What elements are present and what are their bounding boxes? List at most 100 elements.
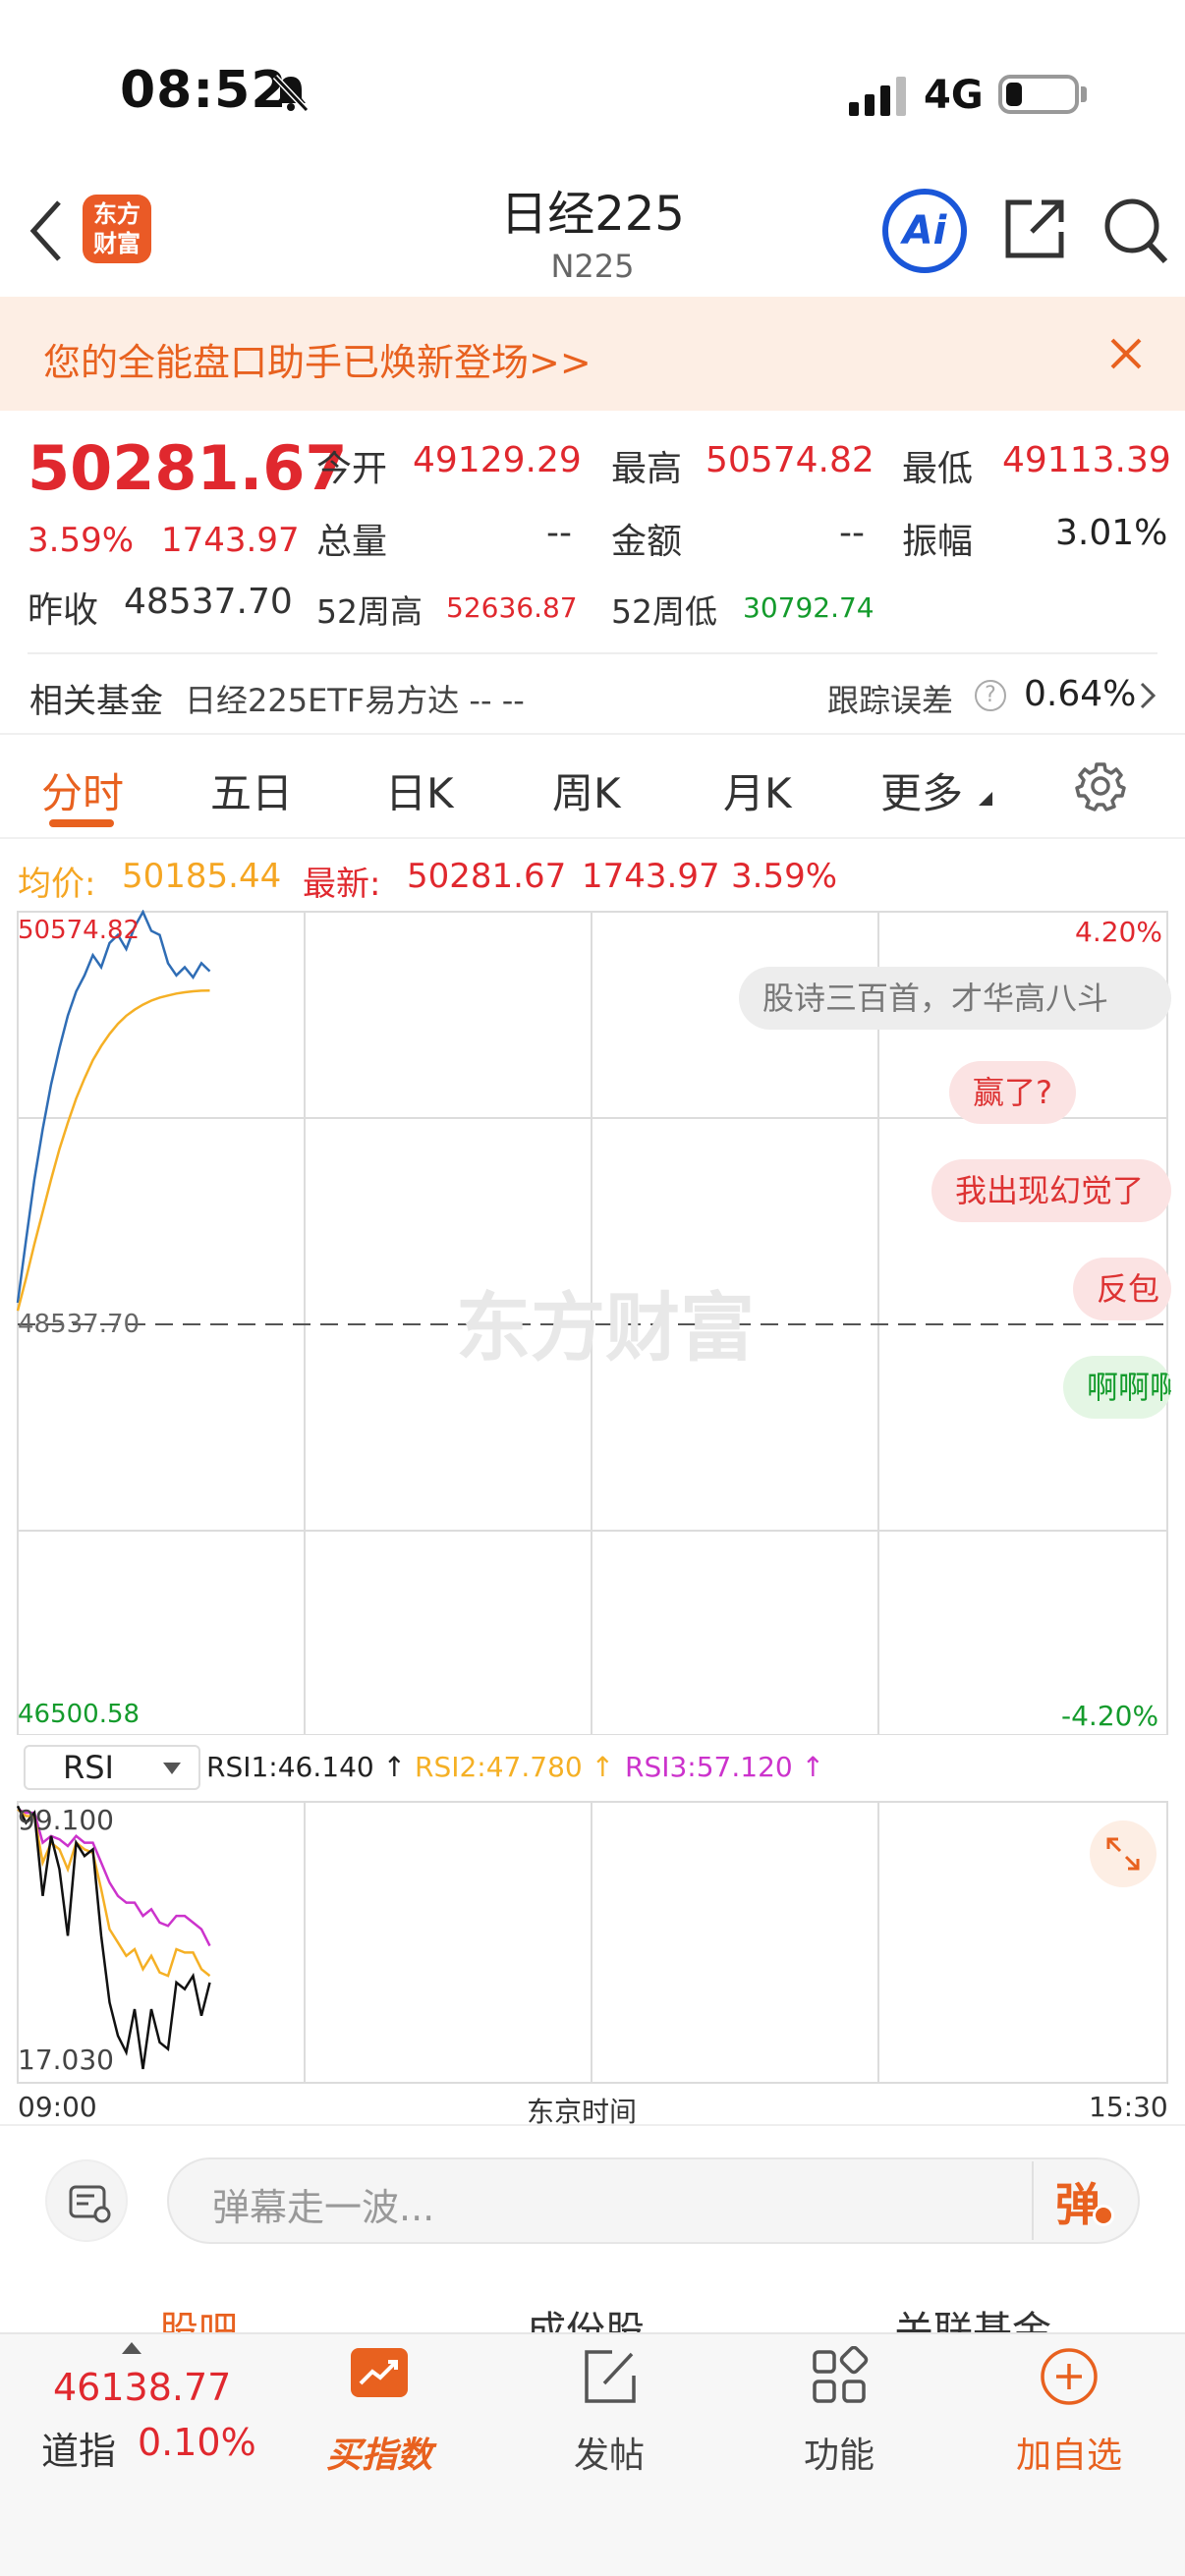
add-circle-icon	[1041, 2348, 1098, 2405]
danmaku-input-placeholder[interactable]: 弹幕走一波...	[212, 2177, 434, 2231]
tabbar-top-border	[0, 733, 1185, 735]
rsi1-value: RSI1:46.140 ↑	[206, 1751, 407, 1783]
edit-icon	[585, 2350, 636, 2403]
prev-close-label: 昨收	[28, 590, 99, 631]
latest-change: 1743.97	[582, 857, 720, 896]
promo-banner-text[interactable]: 您的全能盘口助手已焕新登场>>	[43, 332, 592, 386]
trend-chart-icon	[351, 2348, 408, 2397]
nav-functions[interactable]: 功能	[770, 2345, 908, 2478]
nav-label: 功能	[803, 2436, 875, 2476]
rsi2-value: RSI2:47.780 ↑	[415, 1751, 615, 1783]
tracking-error-value[interactable]: 0.64%	[1024, 674, 1136, 714]
danmaku-toggle-dot	[1093, 2205, 1114, 2226]
danmaku-settings-icon	[69, 2185, 111, 2223]
ai-assistant-button[interactable]: Ai	[882, 189, 967, 273]
divider	[0, 2124, 1185, 2126]
grid-icon	[813, 2345, 869, 2403]
amount-label: 金额	[611, 522, 683, 562]
y-top-label: 50574.82	[18, 916, 141, 945]
change-amount: 1743.97	[161, 521, 300, 560]
danmaku-settings-button[interactable]	[45, 2159, 128, 2242]
latest-value: 50281.67	[407, 857, 567, 896]
avg-price-line	[16, 988, 210, 1312]
tabbar-bottom-border	[0, 837, 1185, 839]
w52-high-label: 52周高	[316, 592, 423, 631]
tab-more[interactable]: 更多	[880, 760, 963, 820]
nav-post[interactable]: 发帖	[540, 2346, 678, 2478]
open-value: 49129.29	[413, 440, 582, 480]
watermark: 东方财富	[456, 1284, 755, 1372]
amount-value: --	[839, 513, 865, 553]
time-end-label: 15:30	[1089, 2091, 1168, 2123]
gear-icon[interactable]	[1075, 760, 1126, 812]
status-time: 08:52	[120, 61, 288, 120]
close-icon[interactable]	[1106, 334, 1146, 373]
rsi-bottom-label: 17.030	[18, 2044, 114, 2076]
related-fund-label: 相关基金	[29, 682, 163, 721]
low-label: 最低	[902, 449, 974, 489]
share-icon[interactable]	[1002, 196, 1067, 261]
rsi3-value: RSI3:57.120 ↑	[625, 1751, 825, 1783]
dow-value[interactable]: 46138.77	[53, 2366, 231, 2409]
low-value: 49113.39	[1002, 440, 1171, 480]
tab-five-day[interactable]: 五日	[210, 760, 293, 820]
pct-top-label: 4.20%	[1075, 916, 1162, 948]
tab-daily-k[interactable]: 日K	[385, 760, 454, 820]
nav-add-watchlist[interactable]: 加自选	[1000, 2346, 1138, 2478]
dow-label[interactable]: 道指	[41, 2421, 116, 2475]
w52-high-value: 52636.87	[446, 591, 578, 624]
dow-change[interactable]: 0.10%	[138, 2421, 256, 2464]
rsi-chart[interactable]	[16, 1800, 1169, 2085]
signal-icon	[849, 77, 906, 116]
tab-weekly-k[interactable]: 周K	[552, 760, 621, 820]
nav-label: 买指数	[325, 2436, 432, 2476]
volume-value: --	[546, 513, 572, 553]
prev-close-axis-label: 48537.70	[18, 1310, 140, 1339]
danmaku-send-button[interactable]: 弹	[1055, 2169, 1100, 2234]
nav-label: 发帖	[573, 2436, 645, 2476]
battery-icon	[998, 75, 1079, 114]
danmaku-bubble[interactable]: 反包	[1073, 1258, 1171, 1320]
avg-price-value: 50185.44	[122, 857, 282, 896]
latest-label: 最新:	[303, 865, 381, 904]
dropdown-arrow-icon	[163, 1763, 181, 1774]
amplitude-value: 3.01%	[1055, 513, 1168, 553]
expand-up-icon[interactable]	[122, 2342, 141, 2354]
nav-label: 加自选	[1015, 2436, 1122, 2476]
more-corner-icon	[979, 792, 992, 806]
tab-monthly-k[interactable]: 月K	[723, 760, 792, 820]
open-label: 今开	[316, 449, 388, 489]
pct-bottom-label: -4.20%	[1061, 1700, 1159, 1732]
help-icon[interactable]: ?	[975, 680, 1006, 711]
danmaku-bubble[interactable]: 赢了?	[949, 1061, 1076, 1124]
volume-label: 总量	[316, 522, 388, 562]
avg-price-label: 均价:	[18, 865, 96, 904]
expand-icon[interactable]	[1089, 1820, 1157, 1888]
tab-intraday[interactable]: 分时	[41, 760, 124, 820]
latest-change-percent: 3.59%	[731, 857, 838, 896]
w52-low-value: 30792.74	[743, 591, 875, 624]
change-percent: 3.59%	[28, 521, 135, 560]
price-line	[16, 910, 211, 1304]
current-price: 50281.67	[28, 432, 348, 504]
amplitude-label: 振幅	[902, 522, 974, 562]
network-label: 4G	[924, 73, 984, 118]
rsi-top-label: 99.100	[18, 1804, 114, 1836]
high-value: 50574.82	[705, 440, 875, 480]
intraday-chart[interactable]: 东方财富 48537.70	[16, 910, 1169, 1735]
high-label: 最高	[611, 449, 683, 489]
danmaku-bubble[interactable]: 啊啊啊	[1063, 1356, 1171, 1419]
danmaku-bubble[interactable]: 股诗三百首，才华高八斗	[739, 967, 1171, 1030]
w52-low-label: 52周低	[611, 592, 717, 631]
y-bottom-label: 46500.58	[18, 1700, 141, 1729]
time-start-label: 09:00	[18, 2091, 97, 2123]
nav-buy-index[interactable]: 买指数	[310, 2346, 448, 2478]
search-icon[interactable]	[1102, 196, 1169, 265]
danmaku-bubble[interactable]: 我出现幻觉了	[931, 1159, 1171, 1222]
chevron-right-icon[interactable]	[1136, 680, 1159, 711]
tab-indicator	[49, 819, 114, 827]
divider	[28, 652, 1157, 654]
tracking-error-label: 跟踪误差	[827, 682, 954, 719]
prev-close-value: 48537.70	[124, 582, 293, 622]
related-fund-name[interactable]: 日经225ETF易方达 -- --	[185, 676, 525, 721]
